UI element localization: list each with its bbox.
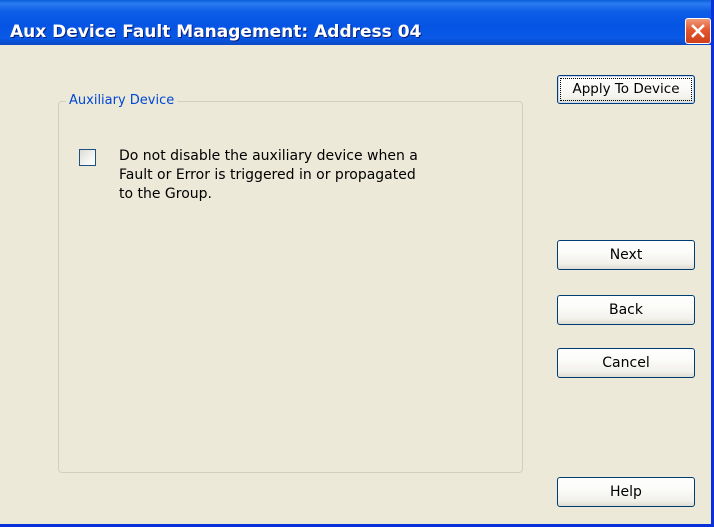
next-button[interactable]: Next bbox=[557, 240, 695, 270]
group-title: Auxiliary Device bbox=[66, 92, 178, 110]
apply-to-device-label: Apply To Device bbox=[572, 81, 680, 97]
apply-to-device-button[interactable]: Apply To Device bbox=[557, 75, 695, 104]
cancel-button[interactable]: Cancel bbox=[557, 348, 695, 378]
checkbox-label[interactable]: Do not disable the auxiliary device when… bbox=[119, 147, 459, 204]
dialog-body: Auxiliary Device Do not disable the auxi… bbox=[0, 45, 711, 524]
help-button[interactable]: Help bbox=[557, 477, 695, 507]
close-button[interactable] bbox=[685, 18, 711, 44]
title-bar[interactable]: Aux Device Fault Management: Address 04 bbox=[0, 0, 711, 45]
window-title: Aux Device Fault Management: Address 04 bbox=[10, 22, 422, 42]
dialog-window: Aux Device Fault Management: Address 04 … bbox=[0, 0, 714, 527]
disable-aux-device-checkbox[interactable] bbox=[79, 149, 96, 166]
checkbox-label-line-1: Do not disable the auxiliary device when… bbox=[119, 148, 418, 164]
back-button[interactable]: Back bbox=[557, 295, 695, 325]
checkbox-label-line-2: Fault or Error is triggered in or propag… bbox=[119, 167, 416, 183]
close-icon bbox=[691, 24, 705, 38]
checkbox-label-line-3: to the Group. bbox=[119, 186, 213, 202]
